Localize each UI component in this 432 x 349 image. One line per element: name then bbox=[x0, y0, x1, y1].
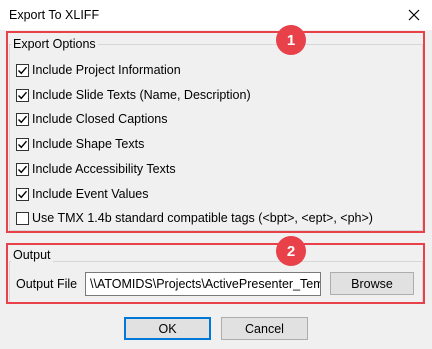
window-title: Export To XLIFF bbox=[9, 8, 100, 22]
checkbox-box[interactable] bbox=[16, 137, 29, 151]
title-bar: Export To XLIFF bbox=[0, 0, 432, 30]
checkbox-include-accessibility-texts[interactable]: Include Accessibility Texts bbox=[16, 161, 176, 177]
checkbox-include-slide-texts[interactable]: Include Slide Texts (Name, Description) bbox=[16, 87, 251, 103]
cancel-button[interactable]: Cancel bbox=[221, 317, 308, 340]
close-button[interactable] bbox=[402, 3, 426, 27]
output-legend: Output bbox=[11, 248, 53, 262]
checkbox-label: Include Shape Texts bbox=[32, 137, 145, 151]
checkbox-box[interactable] bbox=[16, 211, 29, 225]
checkbox-box[interactable] bbox=[16, 187, 29, 201]
checkbox-box[interactable] bbox=[16, 112, 29, 126]
checkbox-include-closed-captions[interactable]: Include Closed Captions bbox=[16, 111, 168, 127]
export-options-legend: Export Options bbox=[11, 37, 98, 51]
checkbox-label: Use TMX 1.4b standard compatible tags (<… bbox=[32, 211, 373, 225]
ok-button[interactable]: OK bbox=[124, 317, 211, 340]
checkbox-box[interactable] bbox=[16, 63, 29, 77]
checkbox-box[interactable] bbox=[16, 162, 29, 176]
checkbox-label: Include Slide Texts (Name, Description) bbox=[32, 88, 251, 102]
checkbox-label: Include Accessibility Texts bbox=[32, 162, 176, 176]
annotation-badge-2: 2 bbox=[276, 236, 306, 266]
checkbox-label: Include Event Values bbox=[32, 187, 149, 201]
checkbox-include-event-values[interactable]: Include Event Values bbox=[16, 186, 149, 202]
checkbox-label: Include Project Information bbox=[32, 63, 181, 77]
output-file-input[interactable]: \\ATOMIDS\Projects\ActivePresenter_Temp bbox=[85, 272, 321, 296]
checkbox-box[interactable] bbox=[16, 88, 29, 102]
browse-button[interactable]: Browse bbox=[330, 272, 414, 295]
checkbox-use-tmx-tags[interactable]: Use TMX 1.4b standard compatible tags (<… bbox=[16, 210, 373, 226]
checkbox-label: Include Closed Captions bbox=[32, 112, 168, 126]
checkbox-include-project-information[interactable]: Include Project Information bbox=[16, 62, 181, 78]
output-file-label: Output File bbox=[16, 277, 78, 291]
close-icon bbox=[408, 9, 420, 21]
annotation-badge-1: 1 bbox=[276, 25, 306, 55]
checkbox-include-shape-texts[interactable]: Include Shape Texts bbox=[16, 136, 144, 152]
